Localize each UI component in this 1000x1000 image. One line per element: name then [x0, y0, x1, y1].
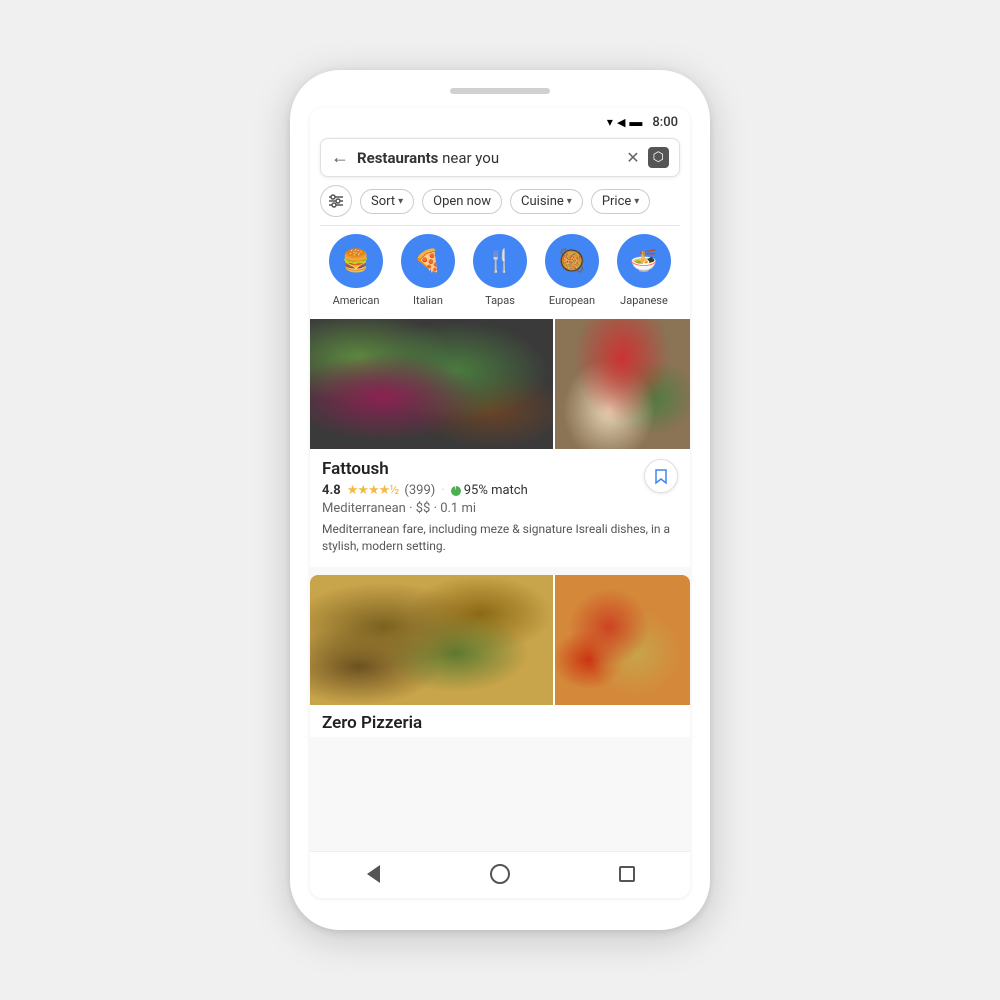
match-text: 95% match	[464, 483, 528, 498]
fattoush-main-image	[310, 319, 553, 449]
fattoush-stars: ★★★★½	[347, 483, 399, 498]
american-label: American	[333, 294, 380, 307]
category-tapas[interactable]: 🍴 Tapas	[473, 234, 527, 307]
category-row: 🍔 American 🍕 Italian 🍴 Tapas 🥘 European …	[310, 226, 690, 319]
japanese-label: Japanese	[620, 294, 668, 307]
sliders-icon	[328, 194, 344, 208]
nav-home-button[interactable]	[482, 862, 518, 886]
battery-icon: ▬	[629, 114, 642, 130]
status-bar: ▾ ◀ ▬ 8:00	[310, 108, 690, 134]
back-button[interactable]: ←	[331, 147, 349, 168]
price-chip[interactable]: Price ▾	[591, 189, 651, 214]
fattoush-images	[310, 319, 690, 449]
pizza-side-image	[555, 575, 690, 705]
fattoush-rating-num: 4.8	[322, 483, 341, 498]
category-european[interactable]: 🥘 European	[545, 234, 599, 307]
fattoush-side-image	[555, 319, 690, 449]
signal-icon: ◀	[617, 116, 625, 129]
nav-back-icon	[367, 865, 380, 883]
phone-screen: ▾ ◀ ▬ 8:00 ← Restaurants near you ✕ ⬡	[310, 108, 690, 898]
fattoush-meta: Mediterranean · $$ · 0.1 mi	[322, 501, 678, 516]
fattoush-match: 95% match	[451, 483, 528, 498]
nav-recents-icon	[619, 866, 635, 882]
zero-pizzeria-images	[310, 575, 690, 705]
nav-bar	[310, 851, 690, 898]
american-icon: 🍔	[329, 234, 383, 288]
fattoush-name: Fattoush	[322, 459, 678, 479]
pizza-main-image	[310, 575, 553, 705]
nav-home-icon	[490, 864, 510, 884]
results-list: Fattoush 4.8 ★★★★½ (399) · 95% match Med…	[310, 319, 690, 851]
clear-button[interactable]: ✕	[626, 148, 639, 167]
price-chip-label: Price	[602, 194, 631, 209]
tapas-icon: 🍴	[473, 234, 527, 288]
cuisine-chip-label: Cuisine	[521, 194, 564, 209]
category-american[interactable]: 🍔 American	[329, 234, 383, 307]
filter-bar: Sort ▾ Open now Cuisine ▾ Price ▾	[310, 185, 690, 225]
fattoush-cuisine: Mediterranean	[322, 501, 406, 516]
fattoush-bookmark-button[interactable]	[644, 459, 678, 493]
open-now-chip[interactable]: Open now	[422, 189, 502, 214]
map-button[interactable]: ⬡	[648, 147, 669, 168]
fattoush-rating-row: 4.8 ★★★★½ (399) · 95% match	[322, 483, 678, 498]
zero-pizzeria-name: Zero Pizzeria	[310, 705, 690, 737]
search-rest: near you	[438, 149, 499, 167]
sort-chip[interactable]: Sort ▾	[360, 189, 414, 214]
filter-icon-button[interactable]	[320, 185, 352, 217]
fattoush-price: $$	[416, 501, 431, 516]
fattoush-review-count: (399)	[404, 483, 435, 498]
tapas-label: Tapas	[485, 294, 515, 307]
restaurant-card-zero-pizzeria[interactable]: Zero Pizzeria	[310, 575, 690, 737]
italian-icon: 🍕	[401, 234, 455, 288]
match-dot-icon	[451, 486, 461, 496]
phone-device: ▾ ◀ ▬ 8:00 ← Restaurants near you ✕ ⬡	[290, 70, 710, 930]
european-icon: 🥘	[545, 234, 599, 288]
nav-recents-button[interactable]	[609, 862, 645, 886]
sort-chip-label: Sort	[371, 194, 395, 209]
phone-notch	[450, 88, 550, 94]
restaurant-card-fattoush[interactable]: Fattoush 4.8 ★★★★½ (399) · 95% match Med…	[310, 319, 690, 567]
european-label: European	[549, 294, 595, 307]
fattoush-info: Fattoush 4.8 ★★★★½ (399) · 95% match Med…	[310, 449, 690, 567]
status-time: 8:00	[652, 115, 678, 130]
category-italian[interactable]: 🍕 Italian	[401, 234, 455, 307]
search-bar: ← Restaurants near you ✕ ⬡	[320, 138, 680, 177]
category-japanese[interactable]: 🍜 Japanese	[617, 234, 671, 307]
bookmark-icon	[654, 468, 668, 485]
status-icons: ▾ ◀ ▬	[607, 114, 643, 130]
fattoush-distance: 0.1 mi	[440, 501, 476, 516]
cuisine-chip-arrow: ▾	[567, 196, 572, 207]
search-bold: Restaurants	[357, 149, 438, 167]
sort-chip-arrow: ▾	[398, 196, 403, 207]
open-now-chip-label: Open now	[433, 194, 491, 209]
italian-label: Italian	[413, 294, 443, 307]
fattoush-description: Mediterranean fare, including meze & sig…	[322, 521, 678, 555]
price-chip-arrow: ▾	[634, 196, 639, 207]
japanese-icon: 🍜	[617, 234, 671, 288]
nav-back-button[interactable]	[355, 862, 391, 886]
search-text[interactable]: Restaurants near you	[357, 149, 618, 167]
search-actions: ✕ ⬡	[626, 147, 669, 168]
wifi-icon: ▾	[607, 115, 613, 129]
cuisine-chip[interactable]: Cuisine ▾	[510, 189, 583, 214]
